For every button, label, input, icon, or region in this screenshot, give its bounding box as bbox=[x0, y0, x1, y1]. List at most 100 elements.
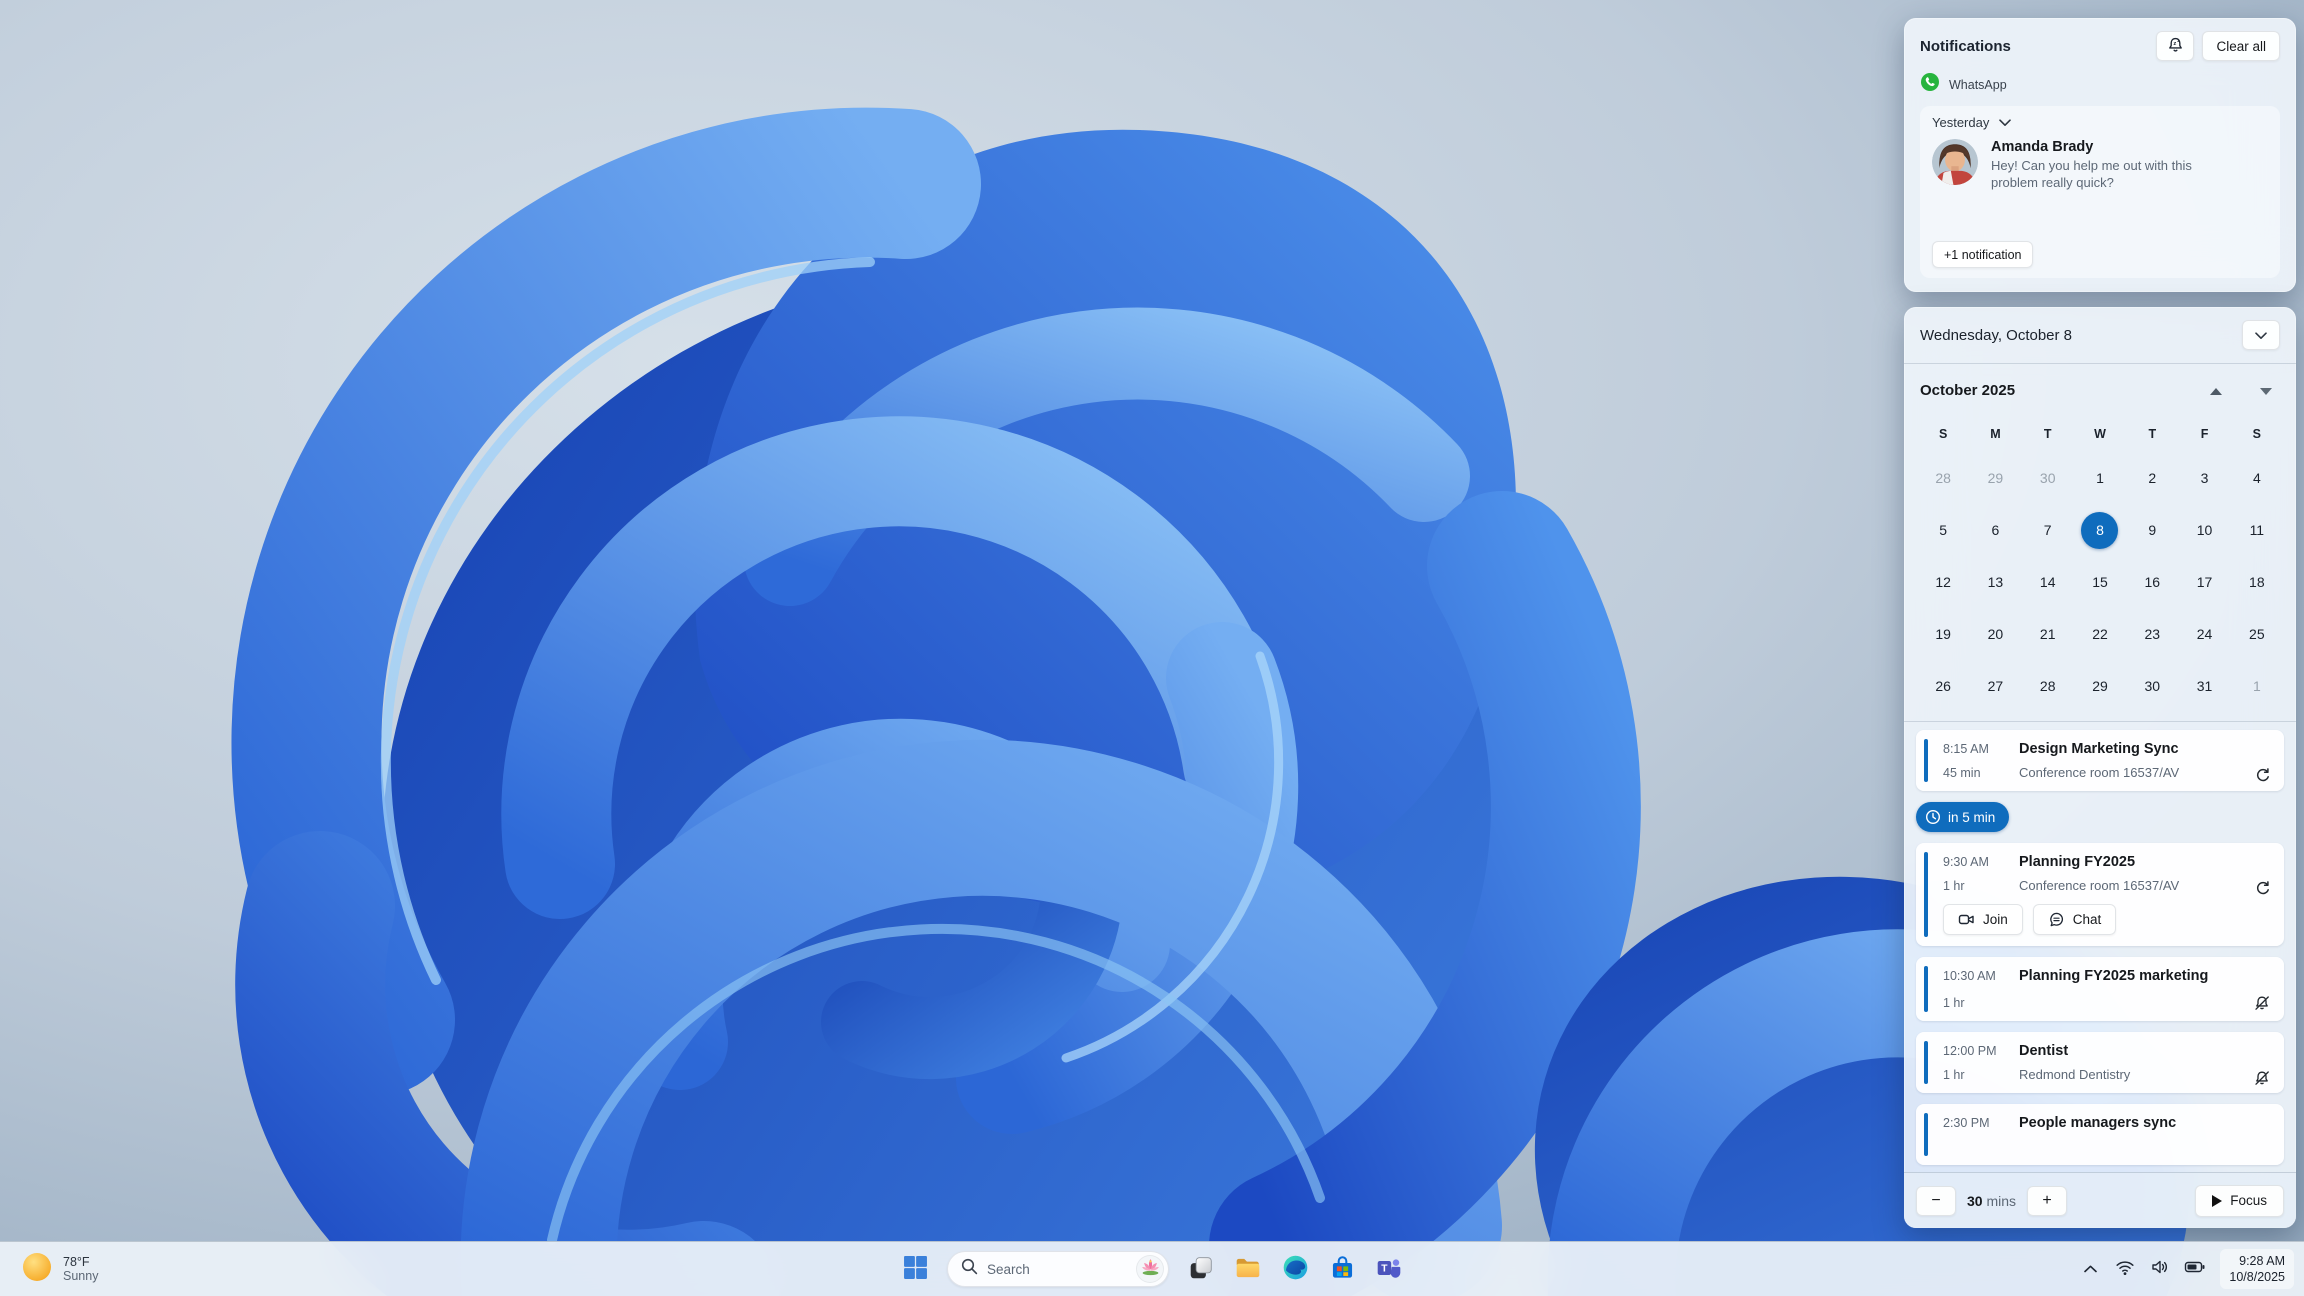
calendar-day[interactable]: 14 bbox=[2022, 556, 2074, 608]
notification-message: Hey! Can you help me out with this probl… bbox=[1991, 158, 2192, 190]
calendar-day[interactable]: 1 bbox=[2074, 452, 2126, 504]
notification-item[interactable]: Amanda Brady Hey! Can you help me out wi… bbox=[1932, 139, 2268, 191]
edge-button[interactable] bbox=[1275, 1249, 1315, 1289]
calendar-day[interactable]: 16 bbox=[2126, 556, 2178, 608]
chevron-down-icon bbox=[1999, 115, 2012, 130]
tray-overflow-button[interactable] bbox=[2080, 1259, 2100, 1279]
svg-text:z: z bbox=[2173, 41, 2176, 47]
event-time: 2:30 PM bbox=[1943, 1116, 1990, 1130]
clear-all-button[interactable]: Clear all bbox=[2202, 31, 2280, 61]
calendar-day[interactable]: 26 bbox=[1917, 660, 1969, 712]
notification-day-group[interactable]: Yesterday bbox=[1932, 115, 2268, 130]
event-card[interactable]: 10:30 AM Planning FY2025 marketing 1 hr bbox=[1916, 957, 2284, 1021]
calendar-day[interactable]: 31 bbox=[2178, 660, 2230, 712]
calendar-day[interactable]: 20 bbox=[1969, 608, 2021, 660]
collapse-calendar-button[interactable] bbox=[2242, 320, 2280, 350]
svg-text:T: T bbox=[1381, 1263, 1388, 1274]
calendar-day[interactable]: 28 bbox=[1917, 452, 1969, 504]
calendar-day[interactable]: 30 bbox=[2022, 452, 2074, 504]
calendar-day[interactable]: 18 bbox=[2231, 556, 2283, 608]
search-highlight-button[interactable] bbox=[1136, 1255, 1164, 1283]
microsoft-store-button[interactable] bbox=[1322, 1249, 1362, 1289]
search-input[interactable]: Search bbox=[947, 1251, 1169, 1287]
calendar-day[interactable]: 19 bbox=[1917, 608, 1969, 660]
calendar-day[interactable]: 29 bbox=[2074, 660, 2126, 712]
bell-off-icon bbox=[2253, 994, 2271, 1012]
battery-button[interactable] bbox=[2185, 1259, 2205, 1279]
calendar-day[interactable]: 17 bbox=[2178, 556, 2230, 608]
event-accent-bar bbox=[1924, 1113, 1928, 1156]
calendar-day[interactable]: 22 bbox=[2074, 608, 2126, 660]
calendar-day[interactable]: 29 bbox=[1969, 452, 2021, 504]
do-not-disturb-button[interactable]: z z bbox=[2156, 31, 2195, 61]
play-icon bbox=[2212, 1194, 2223, 1207]
chevron-up-icon bbox=[2084, 1260, 2097, 1278]
calendar-day-selected[interactable]: 8 bbox=[2074, 504, 2126, 556]
chat-button[interactable]: Chat bbox=[2032, 904, 2117, 935]
calendar-day-header: M bbox=[1990, 427, 2001, 441]
calendar-day[interactable]: 13 bbox=[1969, 556, 2021, 608]
lotus-icon bbox=[1140, 1256, 1161, 1282]
decrease-focus-time-button[interactable]: − bbox=[1916, 1185, 1956, 1216]
calendar-day[interactable]: 3 bbox=[2178, 452, 2230, 504]
teams-button[interactable]: T bbox=[1369, 1249, 1409, 1289]
next-month-button[interactable] bbox=[2252, 379, 2280, 402]
calendar-grid: 28 29 30 1 2 3 4 5 6 7 8 9 10 11 12 13 14 15 16 17 18 19 20 21 2… bbox=[1904, 452, 2296, 721]
increase-focus-time-button[interactable]: + bbox=[2027, 1185, 2068, 1216]
calendar-day[interactable]: 24 bbox=[2178, 608, 2230, 660]
wifi-button[interactable] bbox=[2115, 1259, 2135, 1279]
calendar-day[interactable]: 2 bbox=[2126, 452, 2178, 504]
calendar-day[interactable]: 11 bbox=[2231, 504, 2283, 556]
calendar-day[interactable]: 1 bbox=[2231, 660, 2283, 712]
calendar-day[interactable]: 15 bbox=[2074, 556, 2126, 608]
calendar-day[interactable]: 5 bbox=[1917, 504, 1969, 556]
calendar-day[interactable]: 30 bbox=[2126, 660, 2178, 712]
event-card[interactable]: 2:30 PM People managers sync bbox=[1916, 1104, 2284, 1165]
event-time: 8:15 AM bbox=[1943, 742, 1989, 756]
bell-off-icon bbox=[2253, 1069, 2271, 1087]
calendar-day[interactable]: 10 bbox=[2178, 504, 2230, 556]
calendar-day-header: T bbox=[2043, 427, 2052, 441]
calendar-day-headers: SMTWTFS bbox=[1904, 416, 2296, 452]
previous-month-button[interactable] bbox=[2202, 379, 2230, 402]
notification-center-panel: Notifications z z Clear all WhatsApp Yes… bbox=[1904, 18, 2296, 292]
calendar-day[interactable]: 25 bbox=[2231, 608, 2283, 660]
chevron-down-icon bbox=[2255, 328, 2267, 343]
calendar-day[interactable]: 21 bbox=[2022, 608, 2074, 660]
task-view-icon bbox=[1188, 1255, 1214, 1284]
event-card[interactable]: 12:00 PM Dentist 1 hr Redmond Dentistry bbox=[1916, 1032, 2284, 1093]
calendar-day[interactable]: 27 bbox=[1969, 660, 2021, 712]
more-notifications-button[interactable]: +1 notification bbox=[1932, 241, 2034, 268]
calendar-day-header: F bbox=[2200, 427, 2209, 441]
start-button[interactable] bbox=[895, 1249, 935, 1289]
calendar-day[interactable]: 7 bbox=[2022, 504, 2074, 556]
event-duration: 1 hr bbox=[1943, 996, 1965, 1010]
event-card[interactable]: 9:30 AM Planning FY2025 1 hr Conference roo… bbox=[1916, 843, 2284, 946]
edge-icon bbox=[1282, 1254, 1309, 1284]
join-button[interactable]: Join bbox=[1943, 904, 2023, 935]
calendar-day[interactable]: 9 bbox=[2126, 504, 2178, 556]
bell-sleep-icon: z z bbox=[2166, 35, 2185, 57]
clock-icon bbox=[1925, 809, 1941, 825]
wifi-icon bbox=[2115, 1257, 2135, 1282]
notification-app-group-header[interactable]: WhatsApp bbox=[1920, 72, 2280, 97]
start-icon bbox=[903, 1255, 928, 1283]
volume-button[interactable] bbox=[2150, 1259, 2170, 1279]
clock-widget[interactable]: 9:28 AM 10/8/2025 bbox=[2220, 1248, 2294, 1290]
tray-date: 10/8/2025 bbox=[2229, 1270, 2285, 1284]
calendar-day[interactable]: 12 bbox=[1917, 556, 1969, 608]
calendar-day[interactable]: 23 bbox=[2126, 608, 2178, 660]
calendar-day[interactable]: 4 bbox=[2231, 452, 2283, 504]
agenda-list: 8:15 AM Design Marketing Sync 45 min Confer… bbox=[1904, 722, 2296, 1172]
calendar-day[interactable]: 28 bbox=[2022, 660, 2074, 712]
calendar-day-header: W bbox=[2094, 427, 2106, 441]
calendar-day-header: T bbox=[2148, 427, 2157, 441]
weather-widget[interactable]: 78°F Sunny bbox=[12, 1242, 106, 1296]
calendar-day[interactable]: 6 bbox=[1969, 504, 2021, 556]
start-focus-button[interactable]: Focus bbox=[2195, 1184, 2284, 1217]
file-explorer-button[interactable] bbox=[1228, 1249, 1268, 1289]
event-card[interactable]: 8:15 AM Design Marketing Sync 45 min Confer… bbox=[1916, 730, 2284, 791]
task-view-button[interactable] bbox=[1181, 1249, 1221, 1289]
day-group-label: Yesterday bbox=[1932, 115, 1990, 130]
whatsapp-icon bbox=[1920, 72, 1940, 97]
